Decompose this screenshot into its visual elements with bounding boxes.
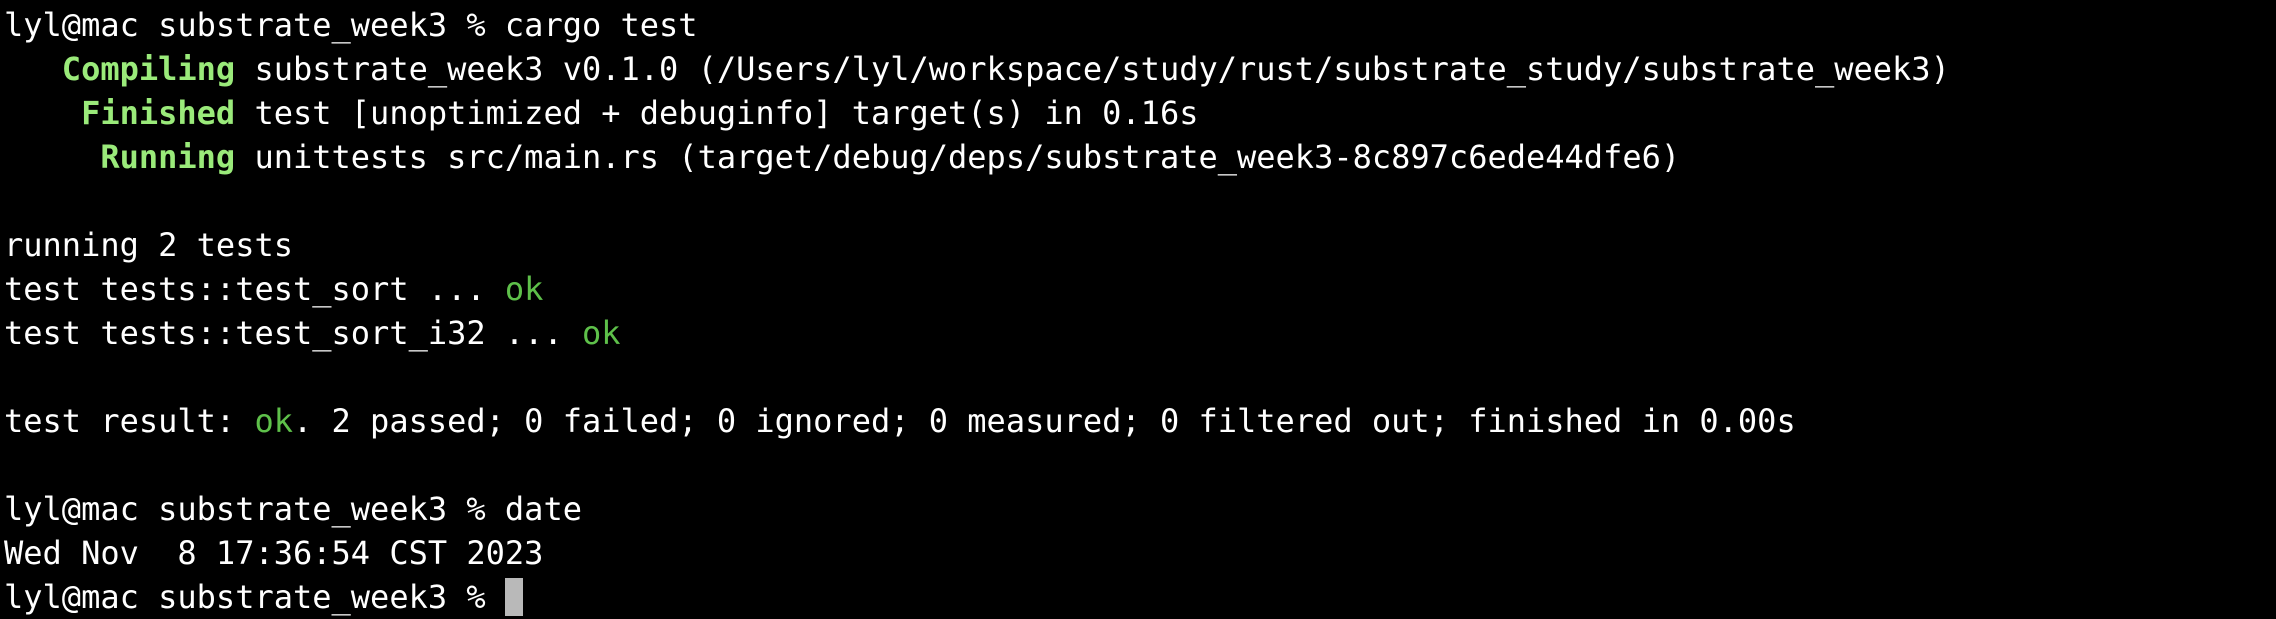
running-detail: unittests src/main.rs (target/debug/deps… (235, 138, 1681, 176)
prompt-line: lyl@mac substrate_week3 % cargo test (4, 3, 2276, 47)
test-result-ok: ok (581, 314, 621, 352)
shell-prompt: lyl@mac substrate_week3 % (4, 6, 505, 44)
finished-detail: test [unoptimized + debuginfo] target(s)… (235, 94, 1199, 132)
finished-keyword: Finished (81, 94, 236, 132)
running-keyword: Running (100, 138, 236, 176)
test-result-ok: ok (504, 270, 544, 308)
output-line: running 2 tests (4, 226, 293, 264)
test-name: test tests::test_sort_i32 ... (4, 314, 582, 352)
summary-prefix: test result: (4, 402, 255, 440)
text-cursor (504, 578, 523, 616)
test-line: test tests::test_sort_i32 ... ok (4, 311, 2276, 355)
summary-detail: . 2 passed; 0 failed; 0 ignored; 0 measu… (292, 402, 1796, 440)
test-summary-line: test result: ok. 2 passed; 0 failed; 0 i… (4, 399, 2276, 443)
prompt-line: lyl@mac substrate_week3 % date (4, 487, 2276, 531)
running-status-line: Running unittests src/main.rs (target/de… (4, 135, 2276, 179)
summary-result-ok: ok (254, 402, 293, 440)
shell-prompt: lyl@mac substrate_week3 % (4, 490, 505, 528)
compiling-keyword: Compiling (61, 50, 236, 88)
command-text: date (504, 490, 582, 528)
active-prompt-line[interactable]: lyl@mac substrate_week3 % (4, 575, 2276, 619)
terminal-window[interactable]: lyl@mac substrate_week3 % cargo test Com… (0, 0, 2276, 616)
test-name: test tests::test_sort ... (4, 270, 505, 308)
finished-status-line: Finished test [unoptimized + debuginfo] … (4, 91, 2276, 135)
command-text: cargo test (504, 6, 698, 44)
test-line: test tests::test_sort ... ok (4, 267, 2276, 311)
compile-status-line: Compiling substrate_week3 v0.1.0 (/Users… (4, 47, 2276, 91)
shell-prompt: lyl@mac substrate_week3 % (4, 578, 505, 616)
output-line: Wed Nov 8 17:36:54 CST 2023 (4, 534, 544, 572)
compiling-detail: substrate_week3 v0.1.0 (/Users/lyl/works… (235, 50, 1950, 88)
